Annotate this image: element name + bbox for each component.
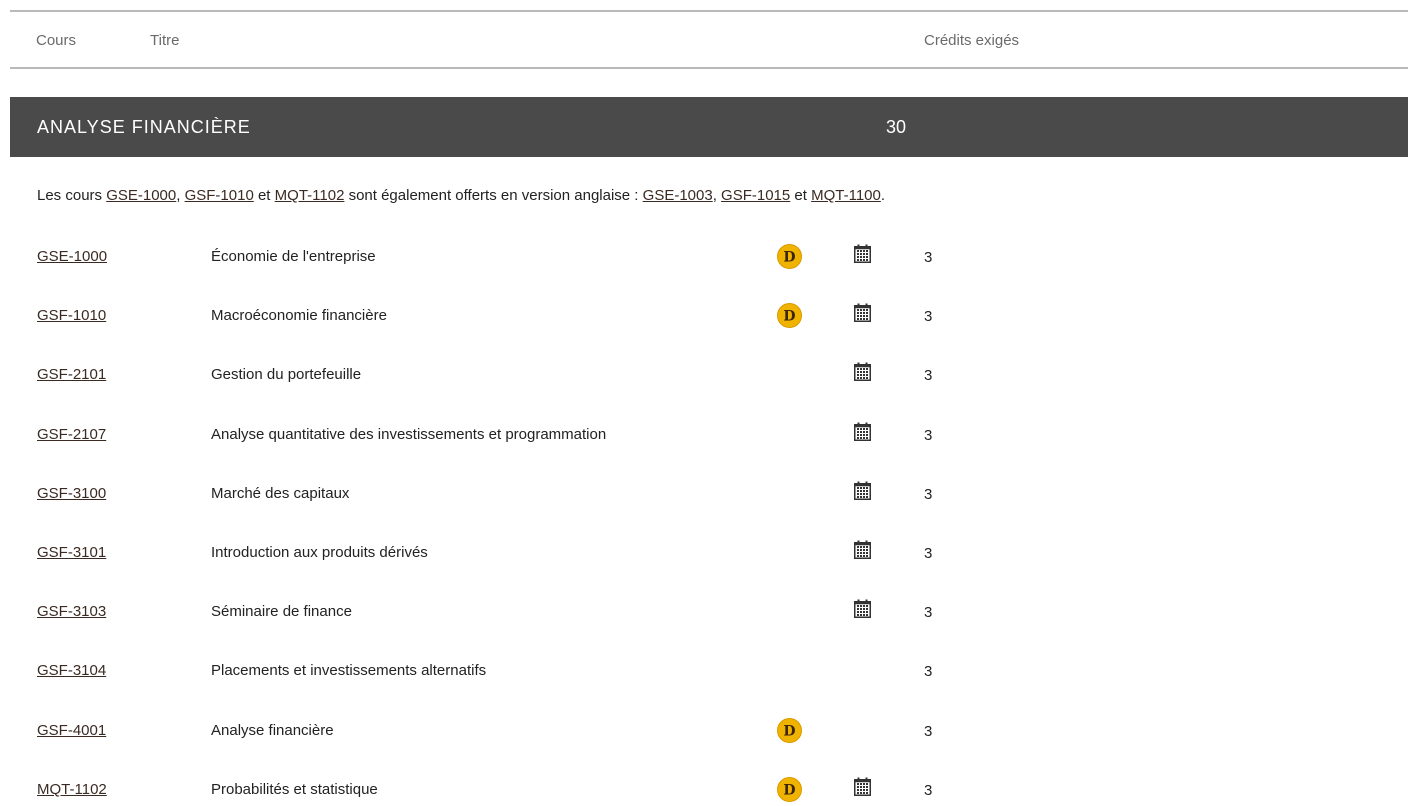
course-title: Analyse quantitative des investissements…	[211, 426, 607, 443]
course-row: GSE-1000 Économie de l'entreprise D 3	[0, 244, 1408, 269]
course-credits: 3	[924, 663, 933, 680]
note-link-mqt-1100[interactable]: MQT-1100	[811, 187, 881, 204]
course-credits: 3	[924, 604, 933, 621]
course-credits: 3	[924, 486, 933, 503]
note-middle-text: sont également offerts en version anglai…	[344, 187, 643, 204]
note-link-gse-1003[interactable]: GSE-1003	[643, 187, 713, 204]
course-credits: 3	[924, 782, 933, 799]
english-version-note: Les cours GSE-1000, GSF-1010 et MQT-1102…	[37, 187, 885, 204]
section-header: ANALYSE FINANCIÈRE 30	[10, 97, 1408, 157]
course-row: GSF-1010 Macroéconomie financière D 3	[0, 303, 1408, 328]
course-title: Analyse financière	[211, 722, 334, 739]
course-title: Probabilités et statistique	[211, 781, 378, 798]
course-credits: 3	[924, 545, 933, 562]
course-row: GSF-4001 Analyse financière D 3	[0, 718, 1408, 743]
section-title: ANALYSE FINANCIÈRE	[37, 117, 251, 137]
distance-learning-icon: D	[777, 718, 802, 743]
column-header-course: Cours	[36, 32, 77, 49]
note-link-gsf-1015[interactable]: GSF-1015	[721, 187, 790, 204]
course-code-link[interactable]: GSF-2107	[37, 426, 106, 443]
column-header-title: Titre	[150, 32, 180, 49]
course-title: Marché des capitaux	[211, 485, 350, 502]
course-credits: 3	[924, 427, 933, 444]
course-code-link[interactable]: GSF-3100	[37, 485, 106, 502]
calendar-icon[interactable]	[854, 244, 871, 263]
course-title: Introduction aux produits dérivés	[211, 544, 428, 561]
distance-learning-icon: D	[777, 303, 802, 328]
course-code-link[interactable]: GSF-2101	[37, 366, 106, 383]
course-code-link[interactable]: GSF-3103	[37, 603, 106, 620]
note-link-mqt-1102[interactable]: MQT-1102	[275, 187, 345, 204]
course-credits: 3	[924, 723, 933, 740]
calendar-icon[interactable]	[854, 481, 871, 500]
course-title: Placements et investissements alternatif…	[211, 662, 487, 679]
calendar-icon[interactable]	[854, 540, 871, 559]
calendar-icon[interactable]	[854, 599, 871, 618]
course-credits: 3	[924, 249, 933, 266]
note-separator: et	[790, 187, 812, 204]
svg-text:D: D	[783, 724, 795, 740]
distance-learning-icon: D	[777, 244, 802, 269]
course-row: GSF-2107 Analyse quantitative des investi…	[0, 422, 1408, 446]
course-code-link[interactable]: GSF-3101	[37, 544, 106, 561]
course-code-link[interactable]: MQT-1102	[37, 781, 107, 798]
note-suffix: .	[880, 187, 886, 204]
course-row: GSF-3101 Introduction aux produits dérivé…	[0, 540, 1408, 564]
course-title: Gestion du portefeuille	[211, 366, 362, 383]
distance-learning-icon: D	[777, 777, 802, 802]
calendar-icon[interactable]	[854, 303, 871, 322]
note-prefix: Les cours	[37, 187, 107, 204]
course-row: GSF-2101 Gestion du portefeuille 3	[0, 362, 1408, 386]
note-separator: ,	[712, 187, 722, 204]
course-title: Macroéconomie financière	[211, 307, 387, 324]
section-credits: 30	[886, 117, 907, 137]
course-credits: 3	[924, 308, 933, 325]
note-separator: ,	[176, 187, 185, 204]
calendar-icon[interactable]	[854, 777, 871, 796]
note-separator: et	[253, 187, 275, 204]
course-code-link[interactable]: GSF-1010	[37, 307, 106, 324]
course-title: Séminaire de finance	[211, 603, 352, 620]
svg-text:D: D	[783, 309, 795, 325]
svg-text:D: D	[783, 783, 795, 799]
calendar-icon[interactable]	[854, 422, 871, 441]
note-link-gse-1000[interactable]: GSE-1000	[106, 187, 176, 204]
table-header: Cours Titre Crédits exigés	[10, 10, 1408, 69]
course-row: GSF-3104 Placements et investissements al…	[0, 658, 1408, 682]
course-row: GSF-3100 Marché des capitaux 3	[0, 481, 1408, 505]
calendar-icon[interactable]	[854, 362, 871, 381]
course-credits: 3	[924, 367, 933, 384]
column-header-credits: Crédits exigés	[924, 32, 1020, 49]
course-row: GSF-3103 Séminaire de finance 3	[0, 599, 1408, 623]
course-code-link[interactable]: GSE-1000	[37, 248, 107, 265]
course-code-link[interactable]: GSF-3104	[37, 662, 106, 679]
course-row: MQT-1102 Probabilités et statistique D 3	[0, 777, 1408, 802]
note-link-gsf-1010[interactable]: GSF-1010	[185, 187, 254, 204]
course-title: Économie de l'entreprise	[211, 248, 376, 265]
svg-text:D: D	[783, 250, 795, 266]
course-code-link[interactable]: GSF-4001	[37, 722, 106, 739]
